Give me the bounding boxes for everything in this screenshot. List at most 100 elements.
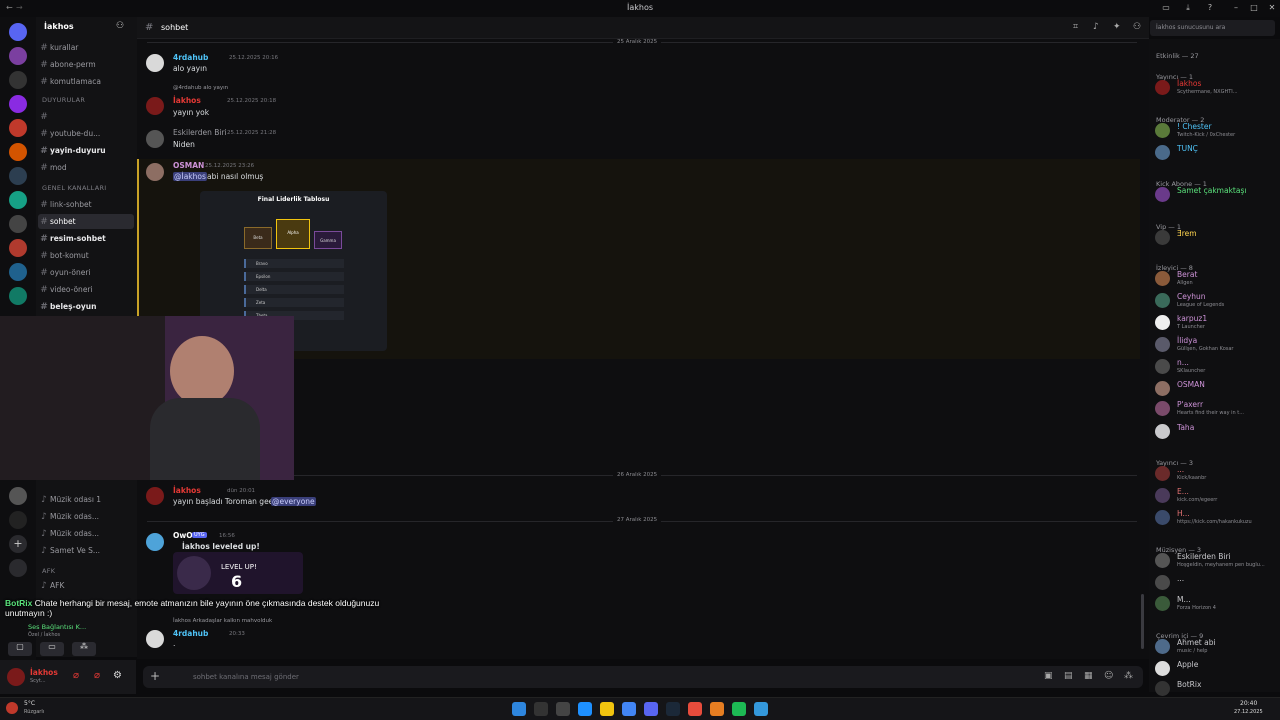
channel-item[interactable]: # mod: [38, 160, 134, 175]
member-item[interactable]: Eskilerden Biri Hoşgeldin, meyhanem pen b…: [1155, 551, 1277, 571]
search-box[interactable]: İakhos sunucusunu ara: [1150, 20, 1275, 36]
server-icon[interactable]: [9, 23, 27, 41]
sticker-icon[interactable]: ▦: [1084, 671, 1093, 681]
pin-icon[interactable]: ✦: [1113, 22, 1121, 32]
gift-icon[interactable]: ▣: [1044, 671, 1053, 681]
headphones-muted-icon[interactable]: ⌀: [94, 670, 100, 681]
member-item[interactable]: karpuz1 T Launcher: [1155, 313, 1277, 333]
server-icon[interactable]: [9, 167, 27, 185]
user-avatar[interactable]: [7, 668, 25, 686]
explorer-icon[interactable]: [600, 702, 614, 716]
camera-button[interactable]: ▢: [8, 642, 32, 656]
author-name[interactable]: OwO: [173, 531, 193, 540]
activities-button[interactable]: ⁂: [72, 642, 96, 656]
member-item[interactable]: P'axerr Hearts find their way in t...: [1155, 399, 1277, 419]
search-icon[interactable]: [534, 702, 548, 716]
server-icon[interactable]: [9, 215, 27, 233]
chrome-icon[interactable]: [622, 702, 636, 716]
member-item[interactable]: Taha: [1155, 422, 1277, 442]
member-item[interactable]: M... Forza Horizon 4: [1155, 594, 1277, 614]
member-item[interactable]: Ahmet abi music / help: [1155, 637, 1277, 657]
threads-icon[interactable]: ⌗: [1073, 22, 1078, 32]
attach-icon[interactable]: +: [150, 669, 160, 683]
channel-item[interactable]: #: [38, 109, 134, 124]
reply-preview[interactable]: İakhos Arkadaşlar kalkın mahvolduk: [173, 618, 272, 624]
discover-icon[interactable]: [9, 559, 27, 577]
maximize-icon[interactable]: □: [1248, 3, 1260, 13]
author-name[interactable]: İakhos: [173, 96, 201, 105]
category-header[interactable]: GENEL KANALLARI: [42, 184, 106, 192]
avatar[interactable]: [146, 630, 164, 648]
invite-icon[interactable]: ⚇: [116, 21, 124, 31]
member-item[interactable]: E... kick.com/egeerr: [1155, 486, 1277, 506]
member-item[interactable]: Ceyhun League of Legends: [1155, 291, 1277, 311]
user-name[interactable]: İakhos: [30, 668, 58, 677]
server-name[interactable]: İakhos: [44, 22, 74, 31]
server-icon[interactable]: [9, 71, 27, 89]
voice-channel-item[interactable]: ♪ AFK: [38, 578, 134, 593]
author-name[interactable]: İakhos: [173, 486, 201, 495]
member-item[interactable]: ! Chester Twitch-Kick / 0xChester: [1155, 121, 1277, 141]
download-icon[interactable]: ⤓: [1182, 3, 1194, 13]
avatar[interactable]: [146, 97, 164, 115]
member-item[interactable]: BotRix: [1155, 679, 1277, 699]
voice-channel-item[interactable]: ♪ Müzik odas...: [38, 526, 134, 541]
steam-icon[interactable]: [666, 702, 680, 716]
server-icon[interactable]: [9, 95, 27, 113]
app-icon[interactable]: [754, 702, 768, 716]
inbox-icon[interactable]: ▭: [1160, 3, 1172, 13]
weather-temp[interactable]: 5°C: [24, 700, 35, 707]
app-icon[interactable]: [688, 702, 702, 716]
channel-item[interactable]: # beleş-oyun: [38, 299, 134, 314]
voice-channel-item[interactable]: ♪ Samet Ve S...: [38, 543, 134, 558]
member-item[interactable]: TUNÇ: [1155, 143, 1277, 163]
server-icon[interactable]: [9, 487, 27, 505]
channel-item[interactable]: # video-öneri: [38, 282, 134, 297]
channel-item[interactable]: # yayin-duyuru: [38, 143, 134, 158]
close-icon[interactable]: ✕: [1266, 3, 1278, 13]
channel-item[interactable]: # link-sohbet: [38, 197, 134, 212]
scrollbar[interactable]: [1141, 594, 1144, 649]
avatar[interactable]: [146, 163, 164, 181]
member-item[interactable]: İlidya Güllşen, Gokhan Kosar: [1155, 335, 1277, 355]
member-item[interactable]: ...: [1155, 573, 1277, 593]
channel-item[interactable]: # komutlamaca: [38, 74, 134, 89]
server-icon[interactable]: [9, 511, 27, 529]
search-input[interactable]: İakhos sunucusunu ara: [1156, 24, 1225, 31]
member-item[interactable]: ... Kick/kaanbr: [1155, 464, 1277, 484]
member-item[interactable]: Berat Allgen: [1155, 269, 1277, 289]
member-item[interactable]: İakhos Scythermane, NXGHTI...: [1155, 78, 1277, 98]
category-header[interactable]: DUYURULAR: [42, 96, 85, 104]
spotify-icon[interactable]: [732, 702, 746, 716]
avatar[interactable]: [146, 533, 164, 551]
avatar[interactable]: [146, 487, 164, 505]
server-icon[interactable]: [9, 143, 27, 161]
avatar[interactable]: [146, 130, 164, 148]
minimize-icon[interactable]: –: [1230, 3, 1242, 13]
help-icon[interactable]: ?: [1204, 3, 1216, 13]
member-item[interactable]: Ǝrem: [1155, 228, 1277, 248]
voice-channel-item[interactable]: ♪ Müzik odas...: [38, 509, 134, 524]
levelup-card[interactable]: LEVEL UP! 6: [173, 552, 303, 594]
avatar[interactable]: [146, 54, 164, 72]
channel-item[interactable]: # abone-perm: [38, 57, 134, 72]
author-name[interactable]: Eskilerden Biri: [173, 128, 227, 137]
apps-icon[interactable]: ⁂: [1124, 671, 1133, 681]
author-name[interactable]: 4rdahub: [173, 629, 208, 638]
edge-icon[interactable]: [578, 702, 592, 716]
gif-icon[interactable]: ▤: [1064, 671, 1073, 681]
server-icon[interactable]: [9, 239, 27, 257]
reply-preview[interactable]: @4rdahub alo yayın: [173, 85, 228, 91]
app-icon[interactable]: [710, 702, 724, 716]
server-icon[interactable]: [9, 119, 27, 137]
screen-share-button[interactable]: ▭: [40, 642, 64, 656]
channel-item[interactable]: # sohbet: [38, 214, 134, 229]
channel-item[interactable]: # bot-komut: [38, 248, 134, 263]
start-icon[interactable]: [512, 702, 526, 716]
server-icon[interactable]: [9, 287, 27, 305]
message-input[interactable]: sohbet kanalına mesaj gönder: [193, 673, 299, 681]
member-item[interactable]: Apple: [1155, 659, 1277, 679]
settings-icon[interactable]: ⚙: [113, 670, 122, 681]
user-mention[interactable]: @İakhos: [173, 172, 207, 181]
author-name[interactable]: 4rdahub: [173, 53, 208, 62]
